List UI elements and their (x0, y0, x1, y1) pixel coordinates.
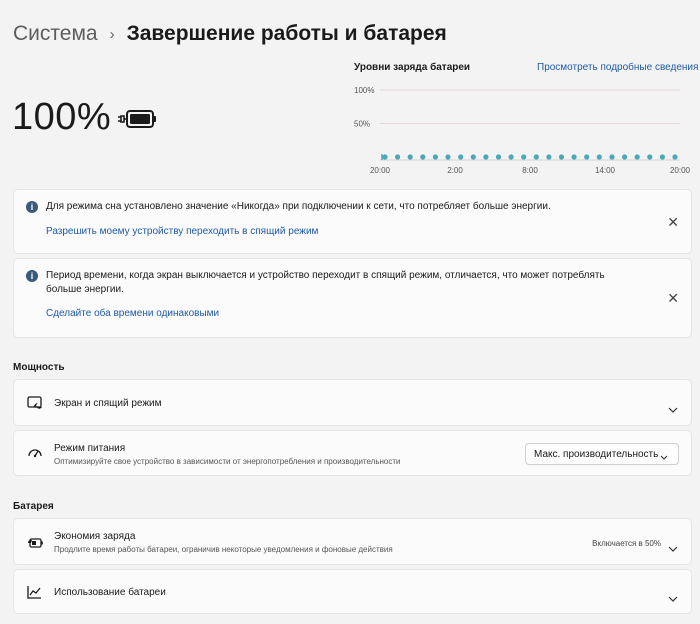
chart-data-point (672, 154, 678, 160)
chart-data-point (458, 154, 464, 160)
chart-data-point (470, 154, 476, 160)
chart-data-point (521, 154, 527, 160)
chart-data-point (622, 154, 628, 160)
chevron-down-icon (668, 539, 678, 557)
page-title: Завершение работы и батарея (126, 22, 447, 45)
chart-data-point (483, 154, 489, 160)
chevron-down-icon (668, 400, 678, 418)
match-times-link[interactable]: Сделайте оба времени одинаковыми (46, 308, 219, 319)
chart-data-point (533, 154, 539, 160)
chart-x-tick-label: 20:00 (370, 166, 391, 175)
info-icon: i (26, 201, 38, 213)
battery-fill (130, 114, 150, 124)
chart-data-point (571, 154, 577, 160)
notice-text: Для режима сна установлено значение «Ник… (46, 201, 551, 212)
battery-saver-status: Включается в 50% (592, 539, 661, 548)
chart-data-point (508, 154, 514, 160)
chevron-down-icon (660, 452, 668, 463)
chart-x-tick-label: 2:00 (447, 166, 463, 175)
chart-data-point (432, 154, 438, 160)
chart-title: Уровни заряда батареи (354, 62, 471, 73)
chart-data-point (495, 154, 502, 160)
chart-data-point (407, 154, 413, 160)
breadcrumb-system-link[interactable]: Система (13, 22, 98, 46)
battery-saver-row[interactable]: Экономия заряда Продлите время работы ба… (13, 518, 692, 565)
sleep-notice-card: i Для режима сна установлено значение «Н… (13, 189, 692, 254)
battery-usage-title: Использование батареи (54, 587, 166, 598)
power-mode-icon (27, 446, 43, 465)
battery-saver-desc: Продлите время работы батареи, ограничив… (54, 545, 393, 554)
battery-usage-row[interactable]: Использование батареи (13, 569, 692, 614)
close-icon[interactable]: ✕ (667, 291, 679, 305)
chart-y-tick-label: 100% (354, 86, 374, 95)
chart-x-tick-label: 14:00 (595, 166, 616, 175)
usage-chart-icon (27, 585, 42, 604)
power-mode-row: Режим питания Оптимизируйте свое устройс… (13, 430, 692, 476)
screen-sleep-title: Экран и спящий режим (54, 398, 162, 409)
chart-data-point (647, 154, 653, 160)
info-icon: i (26, 270, 38, 282)
battery-saver-icon (27, 536, 44, 554)
power-mode-desc: Оптимизируйте свое устройство в зависимо… (54, 457, 401, 466)
power-mode-title: Режим питания (54, 443, 126, 454)
chart-data-point (558, 154, 565, 160)
chart-data-point (546, 154, 552, 160)
close-icon[interactable]: ✕ (667, 215, 679, 229)
power-section-header: Мощность (13, 362, 65, 373)
battery-percent: 100% (12, 96, 112, 138)
chart-x-tick-label: 20:00 (670, 166, 691, 175)
battery-charging-icon (117, 108, 157, 135)
battery-saver-title: Экономия заряда (54, 531, 136, 542)
chart-data-point (395, 154, 401, 160)
power-mode-selected: Макс. производительность (534, 448, 659, 460)
screen-sleep-row[interactable]: Экран и спящий режим (13, 379, 692, 426)
chart-data-point (584, 154, 590, 160)
battery-section-header: Батарея (13, 501, 54, 512)
breadcrumb-chevron-icon: › (109, 25, 115, 43)
chart-data-point (634, 154, 640, 160)
notice-text: Период времени, когда экран выключается … (46, 270, 605, 295)
chart-data-point (420, 154, 426, 160)
chart-data-point (382, 154, 388, 160)
chart-data-point (596, 154, 602, 160)
chart-data-point (609, 154, 615, 160)
battery-level-chart: 100% 50% 20:00 2:00 8:00 14:00 20:00 (354, 86, 691, 175)
chevron-down-icon (668, 589, 678, 607)
chart-data-point (445, 154, 451, 160)
screen-sleep-icon (27, 396, 43, 415)
power-mode-dropdown[interactable]: Макс. производительность (525, 443, 679, 465)
chart-data-point (659, 154, 665, 160)
timeout-notice-card: i Период времени, когда экран выключаетс… (13, 258, 692, 338)
chart-x-tick-label: 8:00 (522, 166, 538, 175)
view-details-link[interactable]: Просмотреть подробные сведения (537, 62, 698, 73)
chart-y-tick-label: 50% (354, 120, 370, 129)
breadcrumb: Система › Завершение работы и батарея (13, 22, 447, 46)
allow-sleep-link[interactable]: Разрешить моему устройству переходить в … (46, 226, 318, 237)
